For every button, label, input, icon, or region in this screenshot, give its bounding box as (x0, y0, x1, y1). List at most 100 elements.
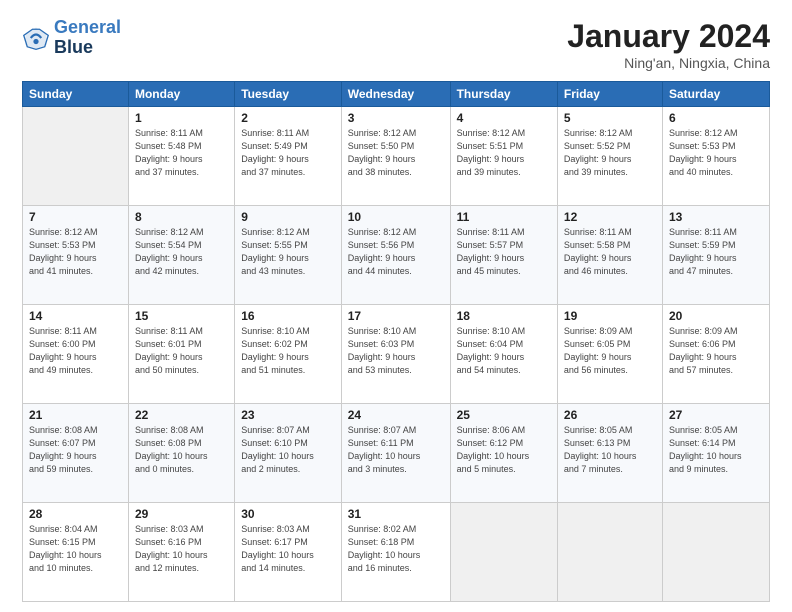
weekday-header: Monday (128, 82, 234, 107)
day-info: Sunrise: 8:12 AM Sunset: 5:56 PM Dayligh… (348, 226, 444, 278)
day-info: Sunrise: 8:12 AM Sunset: 5:53 PM Dayligh… (29, 226, 122, 278)
day-info: Sunrise: 8:10 AM Sunset: 6:04 PM Dayligh… (457, 325, 551, 377)
calendar-cell: 27 Sunrise: 8:05 AM Sunset: 6:14 PM Dayli… (662, 404, 769, 503)
day-info: Sunrise: 8:12 AM Sunset: 5:52 PM Dayligh… (564, 127, 656, 179)
day-info: Sunrise: 8:11 AM Sunset: 6:01 PM Dayligh… (135, 325, 228, 377)
calendar-cell: 18 Sunrise: 8:10 AM Sunset: 6:04 PM Dayli… (450, 305, 557, 404)
day-info: Sunrise: 8:05 AM Sunset: 6:13 PM Dayligh… (564, 424, 656, 476)
day-number: 23 (241, 408, 335, 422)
calendar-cell: 1 Sunrise: 8:11 AM Sunset: 5:48 PM Daylig… (128, 107, 234, 206)
day-number: 6 (669, 111, 763, 125)
day-number: 3 (348, 111, 444, 125)
calendar-cell: 14 Sunrise: 8:11 AM Sunset: 6:00 PM Dayli… (23, 305, 129, 404)
calendar-week: 14 Sunrise: 8:11 AM Sunset: 6:00 PM Dayli… (23, 305, 770, 404)
day-number: 27 (669, 408, 763, 422)
calendar-cell: 8 Sunrise: 8:12 AM Sunset: 5:54 PM Daylig… (128, 206, 234, 305)
day-number: 13 (669, 210, 763, 224)
day-info: Sunrise: 8:07 AM Sunset: 6:11 PM Dayligh… (348, 424, 444, 476)
day-number: 25 (457, 408, 551, 422)
day-info: Sunrise: 8:05 AM Sunset: 6:14 PM Dayligh… (669, 424, 763, 476)
day-number: 2 (241, 111, 335, 125)
calendar-cell: 4Sunrise: 8:12 AM Sunset: 5:51 PM Daylig… (450, 107, 557, 206)
calendar-cell: 29 Sunrise: 8:03 AM Sunset: 6:16 PM Dayli… (128, 503, 234, 602)
calendar-cell: 6 Sunrise: 8:12 AM Sunset: 5:53 PM Daylig… (662, 107, 769, 206)
calendar-cell: 2Sunrise: 8:11 AM Sunset: 5:49 PM Daylig… (235, 107, 342, 206)
calendar-cell: 22Sunrise: 8:08 AM Sunset: 6:08 PM Dayli… (128, 404, 234, 503)
weekday-header: Saturday (662, 82, 769, 107)
calendar-cell: 31 Sunrise: 8:02 AM Sunset: 6:18 PM Dayli… (341, 503, 450, 602)
day-info: Sunrise: 8:03 AM Sunset: 6:16 PM Dayligh… (135, 523, 228, 575)
calendar-cell: 26 Sunrise: 8:05 AM Sunset: 6:13 PM Dayli… (557, 404, 662, 503)
day-info: Sunrise: 8:09 AM Sunset: 6:06 PM Dayligh… (669, 325, 763, 377)
weekday-header: Friday (557, 82, 662, 107)
day-info: Sunrise: 8:11 AM Sunset: 5:58 PM Dayligh… (564, 226, 656, 278)
day-number: 29 (135, 507, 228, 521)
calendar-cell: 21 Sunrise: 8:08 AM Sunset: 6:07 PM Dayli… (23, 404, 129, 503)
calendar-cell: 9 Sunrise: 8:12 AM Sunset: 5:55 PM Daylig… (235, 206, 342, 305)
day-number: 12 (564, 210, 656, 224)
calendar-cell: 23 Sunrise: 8:07 AM Sunset: 6:10 PM Dayli… (235, 404, 342, 503)
day-info: Sunrise: 8:12 AM Sunset: 5:54 PM Dayligh… (135, 226, 228, 278)
day-info: Sunrise: 8:12 AM Sunset: 5:53 PM Dayligh… (669, 127, 763, 179)
day-info: Sunrise: 8:06 AM Sunset: 6:12 PM Dayligh… (457, 424, 551, 476)
calendar-cell: 11Sunrise: 8:11 AM Sunset: 5:57 PM Dayli… (450, 206, 557, 305)
calendar-cell (662, 503, 769, 602)
calendar: SundayMondayTuesdayWednesdayThursdayFrid… (22, 81, 770, 602)
day-number: 7 (29, 210, 122, 224)
day-number: 19 (564, 309, 656, 323)
weekday-header: Wednesday (341, 82, 450, 107)
calendar-cell (557, 503, 662, 602)
day-number: 14 (29, 309, 122, 323)
day-info: Sunrise: 8:11 AM Sunset: 6:00 PM Dayligh… (29, 325, 122, 377)
day-number: 22 (135, 408, 228, 422)
day-number: 16 (241, 309, 335, 323)
weekday-header: Tuesday (235, 82, 342, 107)
day-info: Sunrise: 8:12 AM Sunset: 5:50 PM Dayligh… (348, 127, 444, 179)
calendar-cell: 13Sunrise: 8:11 AM Sunset: 5:59 PM Dayli… (662, 206, 769, 305)
main-title: January 2024 (567, 18, 770, 55)
day-info: Sunrise: 8:11 AM Sunset: 5:48 PM Dayligh… (135, 127, 228, 179)
calendar-week: 7 Sunrise: 8:12 AM Sunset: 5:53 PM Daylig… (23, 206, 770, 305)
day-number: 28 (29, 507, 122, 521)
calendar-week: 1 Sunrise: 8:11 AM Sunset: 5:48 PM Daylig… (23, 107, 770, 206)
calendar-cell: 24 Sunrise: 8:07 AM Sunset: 6:11 PM Dayli… (341, 404, 450, 503)
day-info: Sunrise: 8:09 AM Sunset: 6:05 PM Dayligh… (564, 325, 656, 377)
day-number: 9 (241, 210, 335, 224)
day-number: 20 (669, 309, 763, 323)
day-info: Sunrise: 8:12 AM Sunset: 5:55 PM Dayligh… (241, 226, 335, 278)
day-number: 8 (135, 210, 228, 224)
subtitle: Ning'an, Ningxia, China (567, 55, 770, 71)
calendar-cell: 19 Sunrise: 8:09 AM Sunset: 6:05 PM Dayli… (557, 305, 662, 404)
day-number: 1 (135, 111, 228, 125)
day-info: Sunrise: 8:04 AM Sunset: 6:15 PM Dayligh… (29, 523, 122, 575)
calendar-cell: 30Sunrise: 8:03 AM Sunset: 6:17 PM Dayli… (235, 503, 342, 602)
day-number: 4 (457, 111, 551, 125)
logo-text: GeneralBlue (54, 18, 121, 58)
day-number: 21 (29, 408, 122, 422)
day-number: 18 (457, 309, 551, 323)
calendar-cell: 12 Sunrise: 8:11 AM Sunset: 5:58 PM Dayli… (557, 206, 662, 305)
day-info: Sunrise: 8:08 AM Sunset: 6:07 PM Dayligh… (29, 424, 122, 476)
day-info: Sunrise: 8:10 AM Sunset: 6:03 PM Dayligh… (348, 325, 444, 377)
calendar-cell: 3 Sunrise: 8:12 AM Sunset: 5:50 PM Daylig… (341, 107, 450, 206)
calendar-cell: 7 Sunrise: 8:12 AM Sunset: 5:53 PM Daylig… (23, 206, 129, 305)
calendar-week: 21 Sunrise: 8:08 AM Sunset: 6:07 PM Dayli… (23, 404, 770, 503)
day-number: 10 (348, 210, 444, 224)
calendar-cell (450, 503, 557, 602)
day-number: 26 (564, 408, 656, 422)
calendar-cell: 28 Sunrise: 8:04 AM Sunset: 6:15 PM Dayli… (23, 503, 129, 602)
day-info: Sunrise: 8:02 AM Sunset: 6:18 PM Dayligh… (348, 523, 444, 575)
day-number: 17 (348, 309, 444, 323)
calendar-cell: 16Sunrise: 8:10 AM Sunset: 6:02 PM Dayli… (235, 305, 342, 404)
calendar-cell: 25 Sunrise: 8:06 AM Sunset: 6:12 PM Dayli… (450, 404, 557, 503)
day-info: Sunrise: 8:07 AM Sunset: 6:10 PM Dayligh… (241, 424, 335, 476)
calendar-cell: 15 Sunrise: 8:11 AM Sunset: 6:01 PM Dayli… (128, 305, 234, 404)
day-number: 15 (135, 309, 228, 323)
day-info: Sunrise: 8:03 AM Sunset: 6:17 PM Dayligh… (241, 523, 335, 575)
day-info: Sunrise: 8:11 AM Sunset: 5:57 PM Dayligh… (457, 226, 551, 278)
calendar-week: 28 Sunrise: 8:04 AM Sunset: 6:15 PM Dayli… (23, 503, 770, 602)
day-number: 24 (348, 408, 444, 422)
day-number: 31 (348, 507, 444, 521)
calendar-cell: 5Sunrise: 8:12 AM Sunset: 5:52 PM Daylig… (557, 107, 662, 206)
calendar-cell: 10 Sunrise: 8:12 AM Sunset: 5:56 PM Dayli… (341, 206, 450, 305)
